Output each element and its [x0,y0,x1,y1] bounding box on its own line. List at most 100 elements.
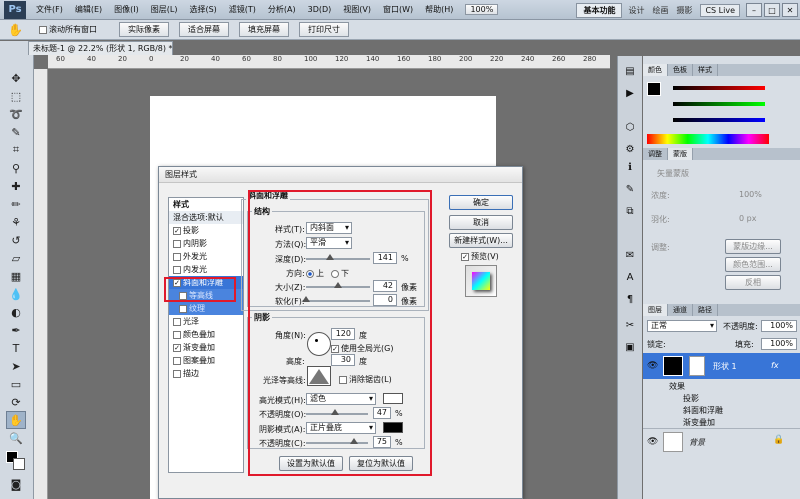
eyedropper-tool-icon[interactable]: ⚲ [6,159,26,177]
fill-value[interactable]: 100% [761,338,797,350]
gradient-tool-icon[interactable]: ▦ [6,267,26,285]
history-brush-icon[interactable]: ↺ [6,231,26,249]
hand-tool-button[interactable]: ✋ [6,411,26,429]
brush-tool-icon[interactable]: ✏ [6,195,26,213]
blend-mode-select[interactable]: 正常 [647,320,717,332]
effect-gradient-overlay[interactable]: 渐变叠加 [683,417,715,428]
notes-icon[interactable]: ✉ [623,248,637,262]
menu-item-2[interactable]: 图像(I) [108,0,145,20]
info-panel-icon[interactable]: ℹ [623,160,637,174]
tab-channels[interactable]: 通道 [668,304,693,316]
style-item-checkbox[interactable] [173,317,181,326]
color-fg-swatch[interactable] [647,82,661,96]
ok-button[interactable]: 确定 [449,195,513,210]
style-item-checkbox[interactable] [179,304,187,313]
style-item-checkbox[interactable] [173,356,181,365]
3d-tool-icon[interactable]: ⟳ [6,393,26,411]
print-size-button[interactable]: 打印尺寸 [298,22,349,37]
tab-styles[interactable]: 样式 [693,64,718,76]
close-icon[interactable]: ✕ [782,3,798,17]
menu-item-3[interactable]: 图层(L) [145,0,184,20]
brush-preset-icon[interactable]: ✎ [623,182,637,196]
workspace-paint-link[interactable]: 绘画 [652,5,668,16]
dodge-tool-icon[interactable]: ◐ [6,303,26,321]
preview-checkbox[interactable]: ✓ [461,252,469,261]
type-tool-icon[interactable]: T [6,339,26,357]
menu-item-4[interactable]: 选择(S) [183,0,222,20]
color-ramp[interactable] [647,134,769,144]
workspace-photo-link[interactable]: 摄影 [676,5,692,16]
quick-mask-icon[interactable]: ◙ [6,475,26,493]
style-item-1[interactable]: 内阴影 [169,237,243,250]
style-item-10[interactable]: 图案叠加 [169,354,243,367]
shape-tool-icon[interactable]: ▭ [6,375,26,393]
tab-paths[interactable]: 路径 [693,304,718,316]
stamp-tool-icon[interactable]: ⚘ [6,213,26,231]
style-item-9[interactable]: ✓ 渐变叠加 [169,341,243,354]
style-item-checkbox[interactable]: ✓ [173,226,181,235]
red-slider[interactable] [673,86,765,90]
paragraph-panel-icon[interactable]: ¶ [623,292,637,306]
eraser-tool-icon[interactable]: ▱ [6,249,26,267]
channels-mixer-icon[interactable]: ⚙ [623,142,637,156]
scroll-all-checkbox[interactable] [38,25,47,34]
mask-edge-button[interactable]: 蒙版边缘... [725,239,781,254]
path-select-icon[interactable]: ➤ [6,357,26,375]
maximize-icon[interactable]: □ [764,3,780,17]
style-item-11[interactable]: 描边 [169,367,243,380]
style-item-2[interactable]: 外发光 [169,250,243,263]
visibility-eye-icon[interactable]: 👁 [647,437,658,447]
background-color-swatch[interactable] [13,458,25,470]
lasso-tool-icon[interactable]: ➰ [6,105,26,123]
crop-tool-icon[interactable]: ⌗ [6,141,26,159]
style-item-checkbox[interactable] [173,369,181,378]
effect-bevel[interactable]: 斜面和浮雕 [683,405,723,416]
layer-opacity-value[interactable]: 100% [761,320,797,332]
menu-item-0[interactable]: 文件(F) [30,0,69,20]
menu-item-5[interactable]: 滤镜(T) [223,0,262,20]
invert-button[interactable]: 反相 [725,275,781,290]
layer-row-background[interactable]: 👁 背景 🔒 [643,428,800,454]
visibility-eye-icon[interactable]: 👁 [647,361,658,371]
menu-item-1[interactable]: 编辑(E) [69,0,108,20]
new-style-button[interactable]: 新建样式(W)... [449,233,513,248]
style-list-header[interactable]: 样式 [169,198,243,211]
blue-slider[interactable] [673,118,765,122]
style-item-checkbox[interactable] [173,330,181,339]
tab-adjustments[interactable]: 调整 [643,148,668,160]
style-item-checkbox[interactable]: ✓ [173,343,181,352]
3d-panel-icon[interactable]: ⬡ [623,120,637,134]
layer-comps-icon[interactable]: ▣ [623,340,637,354]
blur-tool-icon[interactable]: 💧 [6,285,26,303]
preview-option[interactable]: ✓ 预览(V) [461,251,499,262]
quick-select-tool-icon[interactable]: ✎ [6,123,26,141]
minimize-icon[interactable]: – [746,3,762,17]
style-item-0[interactable]: ✓ 投影 [169,224,243,237]
style-item-3[interactable]: 内发光 [169,263,243,276]
move-tool-icon[interactable]: ✥ [6,69,26,87]
style-item-checkbox[interactable] [173,265,181,274]
style-item-6[interactable]: 纹理 [169,302,243,315]
marquee-tool-icon[interactable]: ⬚ [6,87,26,105]
workspace-basic-button[interactable]: 基本功能 [576,2,623,18]
style-item-7[interactable]: 光泽 [169,315,243,328]
fit-screen-button[interactable]: 适合屏幕 [178,22,229,37]
style-item-checkbox[interactable] [173,252,181,261]
zoom-select[interactable]: 100% [465,4,499,15]
tab-swatches[interactable]: 色板 [668,64,693,76]
character-panel-icon[interactable]: A [623,270,637,284]
tab-layers[interactable]: 图层 [643,304,668,316]
color-range-button[interactable]: 颜色范围... [725,257,781,272]
cancel-button[interactable]: 取消 [449,215,513,230]
style-item-8[interactable]: 颜色叠加 [169,328,243,341]
menu-item-7[interactable]: 3D(D) [302,0,338,20]
tool-presets-icon[interactable]: ✂ [623,318,637,332]
zoom-tool-icon[interactable]: 🔍 [6,429,26,447]
layer-row-shape[interactable]: 👁 形状 1 fx [643,353,800,379]
menu-item-10[interactable]: 帮助(H) [419,0,459,20]
fill-screen-button[interactable]: 填充屏幕 [238,22,289,37]
actual-pixels-button[interactable]: 实际像素 [118,22,169,37]
green-slider[interactable] [673,102,765,106]
menu-item-9[interactable]: 窗口(W) [377,0,419,20]
actions-panel-icon[interactable]: ▶ [623,86,637,100]
